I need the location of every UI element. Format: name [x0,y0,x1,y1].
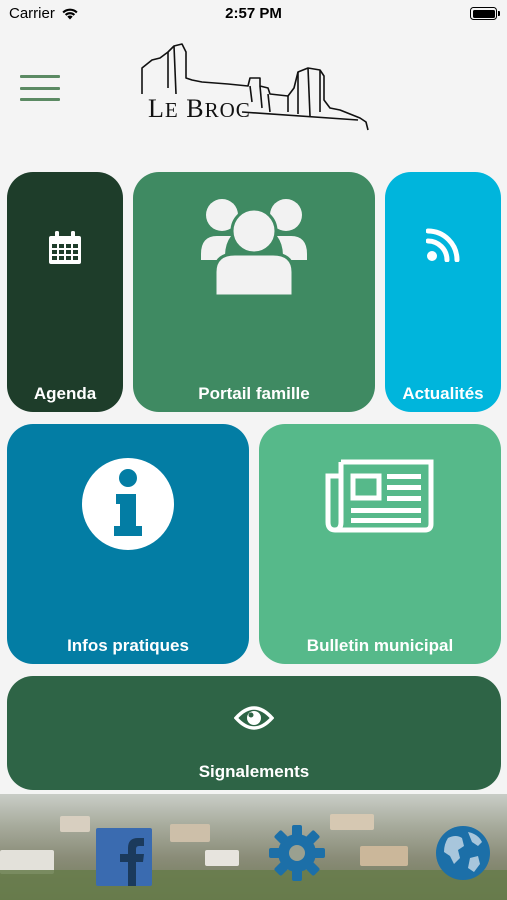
signalements-label: Signalements [198,762,310,781]
settings-button[interactable] [268,824,326,882]
village-house [330,814,374,830]
village-house [170,824,210,842]
facebook-button[interactable] [96,828,152,886]
agenda-tile[interactable]: Agenda [7,172,123,412]
infos-pratiques-tile[interactable]: Infos pratiques [7,424,249,664]
portail-famille-label: Portail famille [198,384,310,403]
village-house [60,816,90,832]
calendar-icon [49,231,81,264]
logo-title: LE BROC [148,94,251,123]
website-button[interactable] [434,824,492,882]
gear-icon [269,825,325,881]
facebook-icon [120,838,144,886]
info-icon [82,458,174,550]
bulletin-municipal-tile[interactable]: Bulletin municipal [259,424,501,664]
hamburger-menu-button[interactable] [20,73,60,103]
eye-icon [234,706,274,730]
header: LE BROC [0,28,507,168]
battery-icon [470,7,500,20]
signalements-tile[interactable]: Signalements [7,676,501,790]
infos-pratiques-label: Infos pratiques [67,636,189,655]
village-house [0,870,507,900]
portail-famille-tile[interactable]: Portail famille [133,172,375,412]
town-logo: LE BROC [138,38,370,134]
village-house [205,850,239,866]
actualites-label: Actualités [402,384,484,403]
menu-bar [20,75,60,78]
group-users-icon [201,199,307,296]
status-time: 2:57 PM [225,5,282,22]
bulletin-municipal-label: Bulletin municipal [306,636,454,655]
rss-icon [426,228,460,262]
village-house [360,846,408,866]
agenda-label: Agenda [33,384,97,403]
status-bar: Carrier 2:57 PM [0,0,507,28]
globe-icon [436,826,490,880]
menu-bar [20,98,60,101]
newspaper-icon [325,459,434,533]
menu-bar [20,86,60,90]
footer-village-photo [0,794,507,900]
actualites-tile[interactable]: Actualités [385,172,501,412]
